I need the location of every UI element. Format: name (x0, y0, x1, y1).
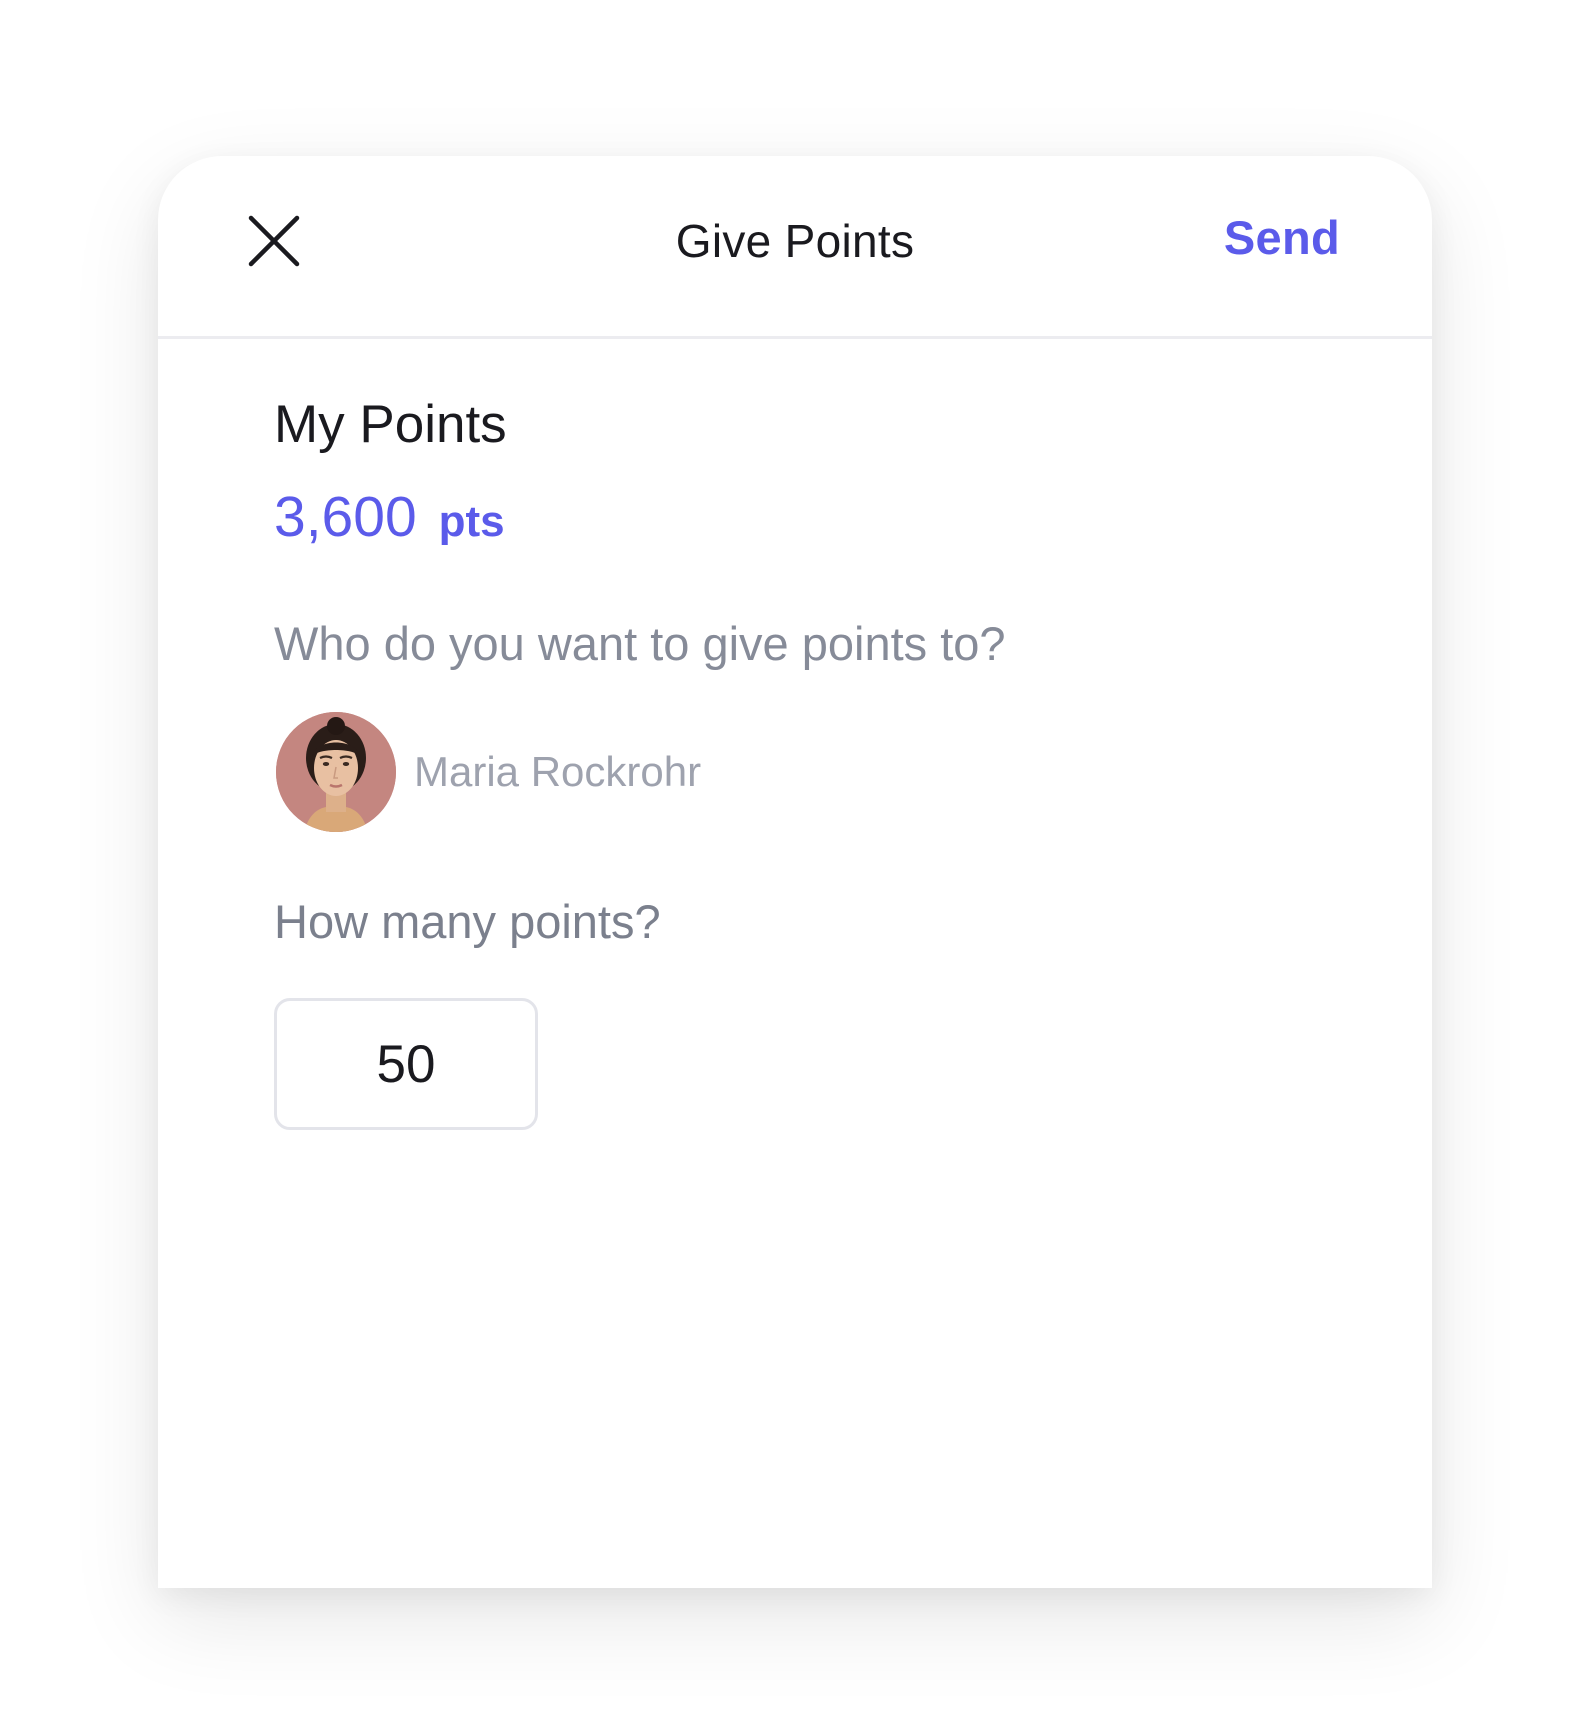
header-bar: Give Points Send (158, 156, 1432, 339)
avatar (276, 712, 396, 832)
give-points-card: Give Points Send My Points 3,600 pts Who … (158, 156, 1432, 1588)
points-amount-input[interactable] (274, 998, 538, 1130)
send-button[interactable]: Send (1224, 210, 1340, 265)
avatar-portrait-image (276, 712, 396, 832)
points-value: 3,600 (274, 485, 417, 549)
amount-question: How many points? (274, 895, 661, 948)
recipient-selector[interactable]: Maria Rockrohr (276, 712, 701, 832)
points-unit: pts (438, 497, 505, 546)
recipient-question: Who do you want to give points to? (274, 617, 1006, 670)
points-balance: 3,600 pts (274, 484, 505, 550)
my-points-label: My Points (274, 395, 507, 454)
recipient-name: Maria Rockrohr (414, 748, 702, 795)
